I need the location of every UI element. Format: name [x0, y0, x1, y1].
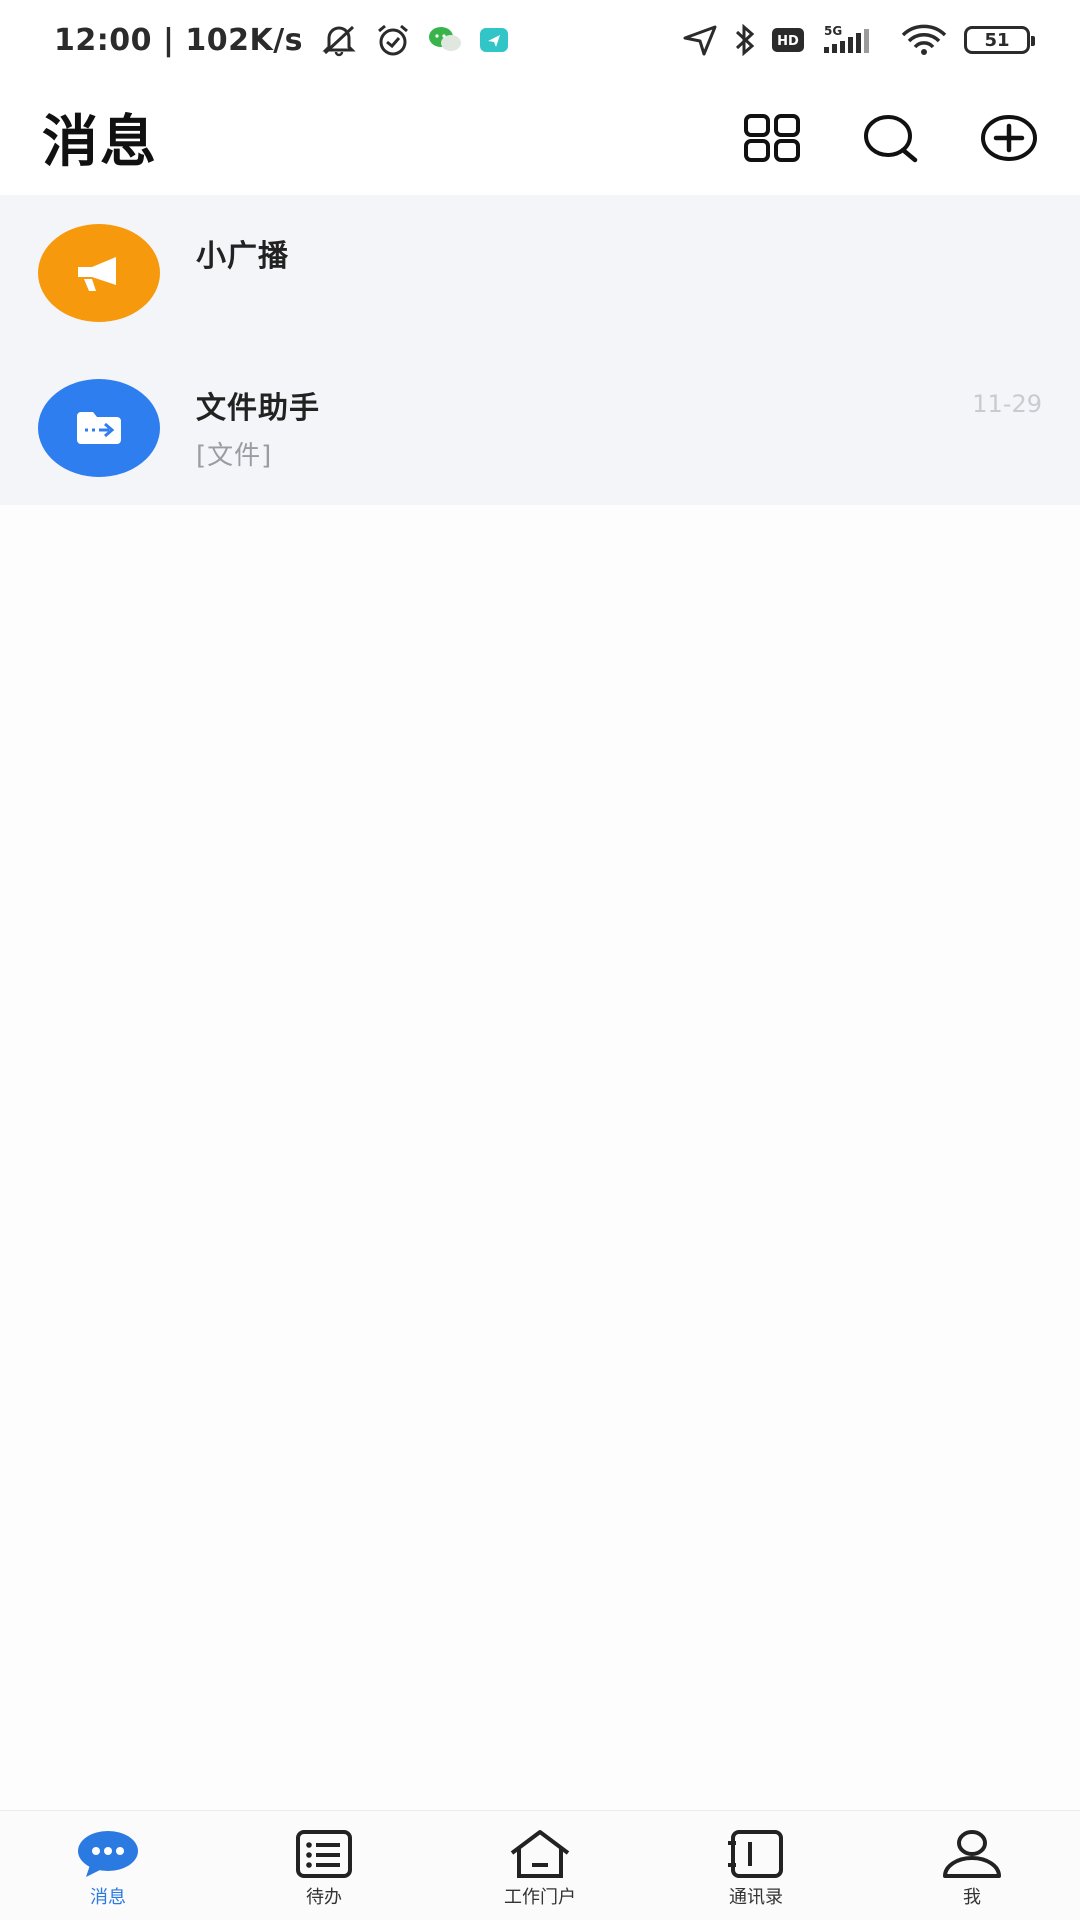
megaphone-icon: [78, 256, 116, 291]
send-app-icon: [479, 27, 509, 53]
page-title: 消息: [42, 110, 158, 175]
wechat-icon: [427, 25, 463, 55]
person-icon: [940, 1827, 1004, 1881]
chat-name: 小广播: [196, 239, 289, 274]
apps-grid-button[interactable]: [740, 105, 806, 171]
home-icon: [508, 1827, 572, 1881]
bottom-nav: 消息 待办 工作门户 通讯录 我: [0, 1810, 1080, 1920]
app-screen: 12:00 | 102K/s HD 5G 51 消息 小广播 文件助手 [文件]…: [0, 0, 1080, 1920]
chat-item-file-helper[interactable]: 文件助手 [文件] 11-29: [0, 350, 1080, 505]
network-type: 5G: [824, 24, 842, 38]
nav-label: 工作门户: [504, 1887, 576, 1908]
signal-5g-icon: 5G: [820, 23, 884, 57]
mute-icon: [319, 23, 359, 57]
hd-icon: HD: [772, 28, 804, 52]
nav-label: 消息: [90, 1887, 126, 1908]
chat-body: 小广播: [196, 195, 1080, 350]
hd-label: HD: [777, 34, 799, 49]
nav-item-me[interactable]: 我: [864, 1811, 1080, 1920]
chat-list: 小广播 文件助手 [文件] 11-29: [0, 195, 1080, 505]
search-button[interactable]: [858, 105, 924, 171]
search-icon: [864, 114, 918, 162]
nav-item-work-portal[interactable]: 工作门户: [432, 1811, 648, 1920]
battery-indicator: 51: [964, 26, 1035, 54]
avatar: [38, 378, 160, 477]
nav-item-todo[interactable]: 待办: [216, 1811, 432, 1920]
chat-name: 文件助手: [196, 391, 320, 426]
nav-label: 待办: [306, 1887, 342, 1908]
nav-label: 我: [963, 1887, 981, 1908]
nav-item-messages[interactable]: 消息: [0, 1811, 216, 1920]
contacts-book-icon: [724, 1827, 788, 1881]
location-icon: [682, 24, 718, 56]
alarm-icon: [375, 23, 411, 57]
status-bar-right: HD 5G 51: [682, 23, 1035, 57]
status-bar-left: 12:00 | 102K/s: [54, 23, 509, 58]
bluetooth-icon: [734, 23, 756, 57]
header-actions: [740, 105, 1042, 171]
avatar: [38, 223, 160, 322]
todo-list-icon: [292, 1827, 356, 1881]
header: 消息: [0, 80, 1080, 195]
wifi-icon: [900, 23, 948, 57]
chat-time: 11-29: [972, 390, 1042, 418]
status-time-speed: 12:00 | 102K/s: [54, 22, 304, 58]
add-button[interactable]: [976, 105, 1042, 171]
nav-item-contacts[interactable]: 通讯录: [648, 1811, 864, 1920]
status-bar: 12:00 | 102K/s HD 5G 51: [0, 0, 1080, 80]
folder-transfer-icon: [77, 411, 121, 444]
chat-preview: [文件]: [196, 441, 273, 471]
nav-label: 通讯录: [729, 1887, 783, 1908]
plus-circle-icon: [981, 114, 1037, 161]
chat-bubble-icon: [76, 1827, 140, 1881]
grid-icon: [744, 113, 800, 162]
chat-body: 文件助手 [文件]: [196, 350, 1080, 505]
chat-item-broadcast[interactable]: 小广播: [0, 195, 1080, 350]
